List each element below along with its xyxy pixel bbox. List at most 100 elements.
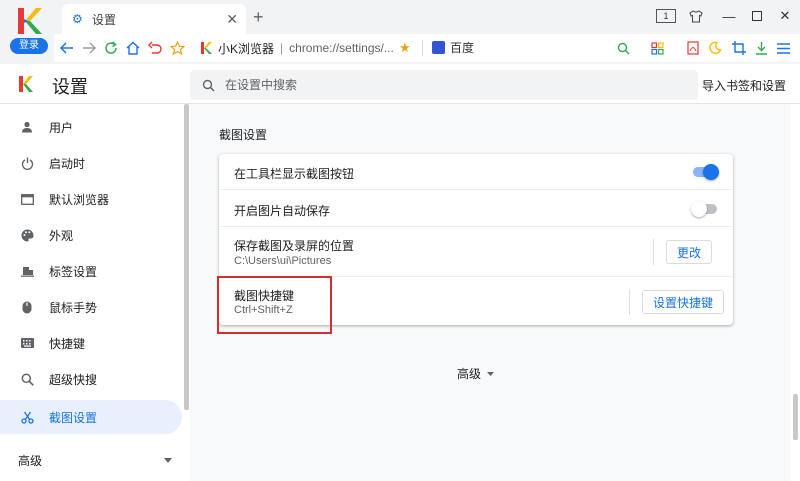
sidebar-advanced-label: 高级 <box>18 454 43 468</box>
mouse-icon <box>20 300 34 314</box>
sidebar-item-label: 用户 <box>49 120 74 135</box>
favorites-star-icon[interactable] <box>168 39 186 57</box>
sidebar-item-mouse-gesture[interactable]: 鼠标手势 <box>0 290 182 324</box>
night-mode-icon[interactable] <box>706 39 724 57</box>
sidebar-item-label: 标签设置 <box>49 264 98 279</box>
site-k-icon <box>201 42 212 54</box>
tab-settings[interactable]: ⚙ 设置 ✕ <box>62 4 246 34</box>
advanced-toggle[interactable]: 高级 <box>457 365 495 382</box>
sidebar-scrollbar[interactable] <box>184 104 189 410</box>
browser-logo[interactable]: 登录 <box>10 6 48 54</box>
caret-down-icon <box>164 458 172 463</box>
close-tab-icon[interactable]: ✕ <box>226 11 238 28</box>
forward-icon[interactable] <box>80 39 98 57</box>
sidebar-item-label: 截图设置 <box>49 410 98 425</box>
gear-icon: ⚙ <box>72 12 83 26</box>
sidebar-item-user[interactable]: 用户 <box>0 110 182 144</box>
tab-count: 1 <box>656 9 676 23</box>
search-icon[interactable] <box>614 39 632 57</box>
sidebar-item-label: 鼠标手势 <box>49 300 98 315</box>
section-title: 截图设置 <box>219 128 268 142</box>
sidebar-item-label: 外观 <box>49 228 74 243</box>
tab-icon <box>20 264 34 278</box>
auto-save-toggle[interactable] <box>691 201 717 217</box>
settings-sidebar: 用户 启动时 默认浏览器 外观 标签设置 鼠标手势 快捷键 超级快搜 截图设置 … <box>0 104 186 481</box>
home-icon[interactable] <box>124 39 142 57</box>
search-icon <box>20 372 34 386</box>
person-icon <box>20 120 34 134</box>
change-location-button[interactable]: 更改 <box>666 240 713 264</box>
row-label: 保存截图及录屏的位置 <box>234 239 355 253</box>
row-auto-save: 开启图片自动保存 <box>219 189 733 226</box>
reload-icon[interactable] <box>102 39 120 57</box>
save-path: C:\Users\ui\Pictures <box>234 255 332 267</box>
toolbar-button-toggle[interactable] <box>693 164 719 180</box>
skin-icon[interactable] <box>686 6 706 26</box>
sidebar-item-label: 启动时 <box>49 156 86 171</box>
sidebar-item-startup[interactable]: 启动时 <box>0 146 182 180</box>
close-window-icon[interactable]: ✕ <box>775 6 795 26</box>
sidebar-item-tab-settings[interactable]: 标签设置 <box>0 254 182 288</box>
row-label: 开启图片自动保存 <box>234 204 331 218</box>
undo-icon[interactable] <box>146 39 164 57</box>
power-icon <box>20 156 34 170</box>
import-bookmarks-link[interactable]: 导入书签和设置 <box>702 77 786 94</box>
browser-chrome: 登录 ⚙ 设置 ✕ + 1 — ✕ 小K浏览器 | chrome://setti… <box>0 0 800 64</box>
login-button[interactable]: 登录 <box>10 38 48 54</box>
row-label: 在工具栏显示截图按钮 <box>234 167 355 181</box>
sidebar-item-label: 快捷键 <box>49 336 86 351</box>
site-name: 小K浏览器 <box>218 41 275 56</box>
row-shortcut: 截图快捷键 Ctrl+Shift+Z 设置快捷键 <box>219 276 733 325</box>
settings-search[interactable] <box>190 70 698 100</box>
scissors-icon <box>20 410 34 424</box>
sidebar-item-screenshot[interactable]: 截图设置 <box>0 400 182 434</box>
bookmark-baidu-label: 百度 <box>450 41 475 55</box>
keyboard-icon <box>20 336 34 350</box>
sidebar-item-shortcuts[interactable]: 快捷键 <box>0 326 182 360</box>
search-field-icon <box>202 79 215 91</box>
crop-screenshot-icon[interactable] <box>730 39 748 57</box>
browser-icon <box>20 192 34 206</box>
caret-down-icon <box>487 371 495 376</box>
omnibox-separator: | <box>280 41 284 55</box>
toolbar-divider <box>422 40 423 56</box>
back-icon[interactable] <box>58 39 76 57</box>
screenshot-settings-card: 在工具栏显示截图按钮 开启图片自动保存 保存截图及录屏的位置 C:\Users\… <box>219 154 733 325</box>
advanced-label: 高级 <box>457 367 482 381</box>
row-toolbar-button: 在工具栏显示截图按钮 <box>219 154 733 189</box>
baidu-icon <box>432 41 445 54</box>
url-text: chrome://settings/... <box>289 41 394 55</box>
set-shortcut-button[interactable]: 设置快捷键 <box>642 290 725 314</box>
tab-count-button[interactable]: 1 <box>656 6 676 26</box>
sidebar-item-default-browser[interactable]: 默认浏览器 <box>0 182 182 216</box>
sidebar-advanced[interactable]: 高级 <box>18 452 172 469</box>
download-icon[interactable] <box>752 39 770 57</box>
settings-header: 设置 导入书签和设置 <box>0 64 800 104</box>
main-scrollbar[interactable] <box>793 394 798 440</box>
k-logo-icon <box>18 8 42 34</box>
toolbar: 小K浏览器 | chrome://settings/... ★ 百度 <box>54 34 800 62</box>
minimize-icon[interactable]: — <box>719 6 739 26</box>
sidebar-item-label: 默认浏览器 <box>49 192 110 207</box>
row-divider <box>653 239 654 265</box>
new-tab-button[interactable]: + <box>253 8 264 26</box>
page-title: 设置 <box>52 77 88 97</box>
menu-icon[interactable] <box>774 39 792 57</box>
bookmark-baidu[interactable]: 百度 <box>432 39 474 56</box>
settings-k-logo-icon <box>19 76 33 92</box>
maximize-icon[interactable] <box>747 6 767 26</box>
sidebar-item-appearance[interactable]: 外观 <box>0 218 182 252</box>
settings-main: 截图设置 在工具栏显示截图按钮 开启图片自动保存 保存截图及录屏的位置 C:\U… <box>190 104 790 481</box>
bookmark-star-icon[interactable]: ★ <box>399 40 411 56</box>
row-divider <box>629 289 630 315</box>
apps-grid-icon[interactable] <box>648 39 666 57</box>
pdf-icon[interactable] <box>684 39 702 57</box>
sidebar-item-label: 超级快搜 <box>49 372 98 387</box>
palette-icon <box>20 228 34 242</box>
row-save-location: 保存截图及录屏的位置 C:\Users\ui\Pictures 更改 <box>219 226 733 276</box>
row-label: 截图快捷键 <box>234 289 295 303</box>
sidebar-item-super-search[interactable]: 超级快搜 <box>0 362 182 396</box>
search-input[interactable] <box>225 78 665 92</box>
shortcut-value: Ctrl+Shift+Z <box>234 304 293 316</box>
tab-title: 设置 <box>92 12 117 27</box>
